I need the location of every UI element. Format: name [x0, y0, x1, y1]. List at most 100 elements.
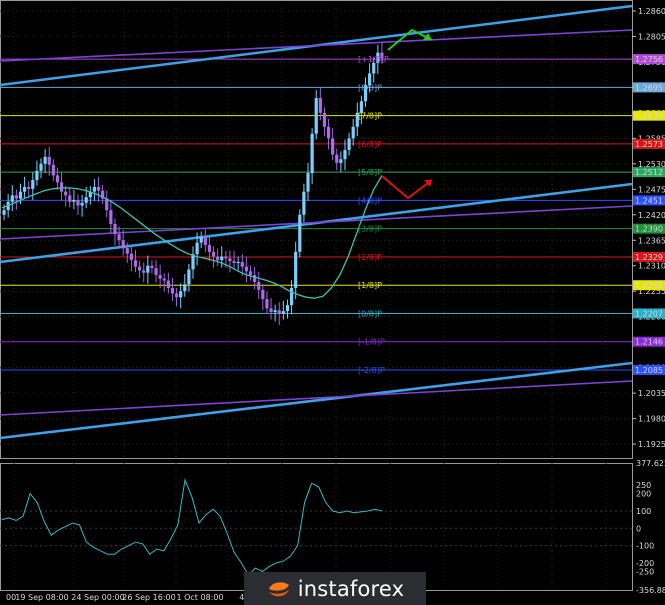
candle-body	[331, 138, 335, 155]
candle-body	[343, 149, 347, 160]
price-badge-label: 1.2756	[635, 55, 663, 64]
candle-body	[322, 112, 327, 127]
candle-body	[183, 284, 187, 292]
candle-body	[244, 266, 248, 272]
candle-body	[253, 275, 257, 282]
candle-body	[121, 240, 125, 249]
candle-body	[211, 251, 216, 257]
indicator-tick-label: -250	[636, 568, 654, 577]
candle-body	[31, 180, 35, 189]
forex-chart: [8/8]P [7/8]P [6/8]P [5/8]P [4/8]P [3/8]P [2/8…	[0, 0, 665, 605]
candle-body	[248, 271, 253, 276]
candle-body	[125, 248, 129, 254]
candle-body	[326, 126, 331, 139]
price-badge-label: 1.2207	[635, 309, 663, 318]
candle-body	[257, 281, 261, 290]
time-axis: 00 19 Sep 08:00 24 Sep 00:0026 Sep 16:00 1 …	[6, 593, 261, 602]
indicator-tick-label: 100	[636, 507, 651, 516]
candle-body	[14, 195, 18, 199]
price-tick-label: 1.2310	[638, 262, 665, 271]
candle-body	[232, 261, 236, 263]
murrey-level-label: [-1/8]P	[358, 338, 385, 347]
murrey-level-label: [8/8]P	[358, 83, 382, 92]
candle-body	[10, 195, 14, 202]
candle-body	[138, 266, 142, 271]
candle-body	[150, 265, 154, 269]
candle-body	[96, 186, 101, 191]
candle-body	[2, 210, 6, 215]
price-badge-label: 1.2634	[635, 112, 663, 121]
candle-body	[269, 308, 273, 313]
candle-body	[220, 256, 224, 261]
murrey-level-label: [+1/8]P	[358, 55, 389, 64]
candle-body	[129, 253, 133, 261]
price-tick-label: 1.1925	[638, 440, 665, 449]
candle-body	[72, 199, 76, 202]
candle-body	[154, 268, 158, 276]
candle-body	[339, 159, 343, 163]
candle-body	[170, 287, 175, 294]
candle-body	[51, 164, 55, 176]
candle-body	[372, 62, 376, 74]
candle-body	[59, 182, 64, 192]
candle-body	[84, 197, 88, 203]
candle-body	[43, 156, 47, 164]
candle-body	[162, 278, 166, 281]
murrey-level-label: [4/8]P	[358, 196, 382, 205]
price-tick-label: 1.2035	[638, 389, 665, 398]
murrey-level-label: [0/8]P	[358, 309, 382, 318]
candle-body	[298, 214, 302, 252]
candle-body	[47, 156, 51, 165]
candle-body	[68, 195, 72, 202]
time-label: 26 Sep 16:00	[122, 593, 175, 602]
candle-body	[294, 251, 298, 288]
candle-body	[207, 244, 212, 252]
candle-body	[117, 234, 121, 241]
indicator-tick-label: 377.6254	[636, 459, 665, 468]
candle-body	[133, 260, 138, 267]
indicator-tick-label: 200	[636, 490, 651, 499]
time-label: 19 Sep 08:00	[15, 593, 68, 602]
candle-body	[80, 202, 84, 206]
murrey-level-label: [7/8]P	[358, 112, 382, 121]
murrey-level-label: [2/8]P	[358, 253, 382, 262]
candle-body	[195, 242, 199, 255]
candle-body	[228, 258, 232, 262]
price-badge-label: 1.2329	[635, 253, 663, 262]
price-tick-label: 1.2475	[638, 185, 665, 194]
candle-body	[158, 275, 162, 279]
brand-logo-text: instaforex	[297, 576, 405, 601]
price-badge-label: 1.2390	[635, 225, 663, 234]
indicator-tick-label: 250	[636, 481, 651, 490]
murrey-level-label: [6/8]P	[358, 140, 382, 149]
candle-body	[224, 256, 228, 259]
candle-body	[203, 237, 207, 245]
price-badge-label: 1.2085	[635, 366, 663, 375]
candle-body	[335, 154, 339, 163]
candle-body	[27, 186, 31, 189]
price-tick-label: 1.2805	[638, 32, 665, 41]
candle-body	[351, 126, 355, 139]
murrey-level-label: [1/8]P	[358, 281, 382, 290]
brand-mark-icon	[268, 581, 289, 596]
candle-body	[174, 293, 179, 298]
price-badge-label: 1.2451	[635, 196, 663, 205]
candle-body	[109, 210, 113, 225]
candle-body	[146, 265, 150, 273]
candle-body	[347, 138, 351, 150]
price-badge-label: 1.2146	[635, 338, 663, 347]
price-badge-label: 1.2695	[635, 83, 663, 92]
candle-body	[39, 163, 43, 171]
candle-body	[199, 237, 203, 243]
candle-body	[142, 270, 146, 273]
candle-body	[216, 256, 220, 261]
murrey-level-label: [3/8]P	[358, 225, 382, 234]
candle-body	[35, 170, 39, 181]
candle-body	[236, 262, 240, 264]
candle-body	[265, 299, 269, 309]
time-label: 24 Sep 00:00	[71, 593, 124, 602]
indicator-tick-label: 0	[636, 524, 641, 533]
candle-body	[113, 224, 117, 235]
candle-body	[18, 191, 23, 199]
candle-body	[318, 98, 322, 113]
